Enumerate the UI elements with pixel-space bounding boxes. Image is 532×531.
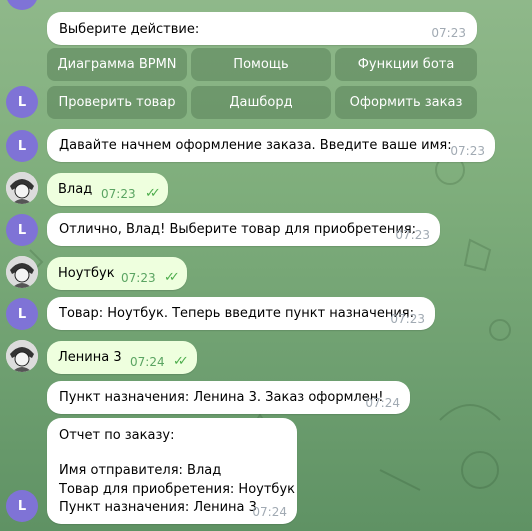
report-line-title: Отчет по заказу: [59,428,175,443]
report-message-bubble: Отчет по заказу: Имя отправителя: Влад Т… [47,418,297,524]
message-time: 07:23 [431,26,466,40]
message-text: Выберите действие: [59,22,200,37]
message-text: Товар: Ноутбук. Теперь введите пункт наз… [59,306,414,321]
message-time: 07:23 [395,228,430,242]
message-time: 07:23 [101,187,136,201]
bot-avatar[interactable]: L [6,86,38,118]
keyboard-button-dashboard[interactable]: Дашборд [191,86,331,119]
user-avatar-image [6,172,38,204]
user-avatar[interactable] [6,340,38,372]
menu-message-bubble: Выберите действие: 07:23 [47,12,477,45]
outgoing-message-bubble: Ноутбук 07:23 ✓✓ [47,257,187,290]
user-avatar-image [6,256,38,288]
user-avatar-image [6,340,38,372]
message-time: 07:23 [121,271,156,285]
report-line-product: Товар для приобретения: Ноутбук [59,482,295,497]
incoming-message-bubble: Давайте начнем оформление заказа. Введит… [47,129,495,162]
message-text: Ноутбук [58,266,115,281]
bot-avatar[interactable]: L [6,214,38,246]
keyboard-button-help[interactable]: Помощь [191,48,331,81]
user-avatar[interactable] [6,172,38,204]
message-text: Влад [58,182,93,197]
bot-avatar[interactable]: L [6,298,38,330]
message-time: 07:24 [252,505,287,519]
message-time: 07:23 [390,312,425,326]
message-text: Отлично, Влад! Выберите товар для приобр… [59,222,417,237]
keyboard-button-bpmn[interactable]: Диаграмма BPMN [47,48,187,81]
message-time: 07:24 [365,396,400,410]
chat-area: L Выберите действие: 07:23 Диаграмма BPM… [0,0,532,531]
keyboard-button-check-product[interactable]: Проверить товар [47,86,187,119]
incoming-message-bubble: Отлично, Влад! Выберите товар для приобр… [47,213,440,246]
message-text: Ленина 3 [58,350,122,365]
outgoing-message-bubble: Влад 07:23 ✓✓ [47,173,168,206]
incoming-message-bubble: Товар: Ноутбук. Теперь введите пункт наз… [47,297,435,330]
outgoing-message-bubble: Ленина 3 07:24 ✓✓ [47,341,197,374]
incoming-message-bubble: Пункт назначения: Ленина 3. Заказ оформл… [47,381,410,414]
message-time: 07:23 [450,144,485,158]
bot-avatar[interactable]: L [6,0,38,10]
keyboard-button-bot-functions[interactable]: Функции бота [335,48,477,81]
read-checkmarks-icon: ✓✓ [145,186,161,201]
message-text: Давайте начнем оформление заказа. Введит… [59,138,452,153]
bot-avatar[interactable]: L [6,130,38,162]
bot-avatar[interactable]: L [6,490,38,522]
user-avatar[interactable] [6,256,38,288]
keyboard-button-place-order[interactable]: Оформить заказ [335,86,477,119]
read-checkmarks-icon: ✓✓ [173,354,189,369]
message-text: Пункт назначения: Ленина 3. Заказ оформл… [59,390,384,405]
message-time: 07:24 [130,355,165,369]
report-line-sender: Имя отправителя: Влад [59,463,222,478]
read-checkmarks-icon: ✓✓ [164,270,180,285]
report-line-destination: Пункт назначения: Ленина 3 [59,500,257,515]
